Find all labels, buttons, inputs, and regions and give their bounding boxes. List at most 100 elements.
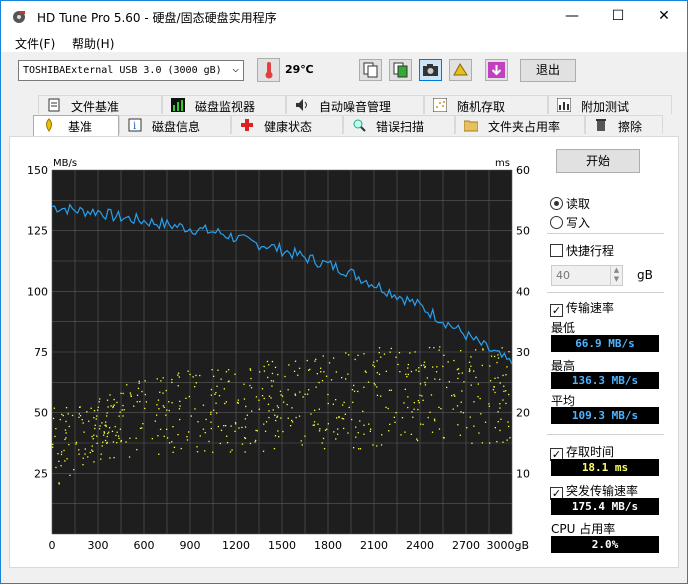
access-time-point [363,433,365,435]
access-time-point [139,427,142,429]
access-time-point [212,451,214,453]
access-time-point [116,442,118,444]
access-time-point [304,393,306,395]
access-time-point [94,424,96,426]
access-time-point [107,406,109,408]
access-time-point [373,365,376,368]
access-time-point [81,419,83,421]
minimize-button[interactable]: — [549,1,595,32]
transfer-rate-checkbox[interactable]: ✓ 传输速率 [550,299,614,317]
access-time-point [422,423,424,426]
access-time-point [453,394,455,396]
access-time-point [109,457,111,459]
access-time-point [508,393,510,396]
access-time-point [142,423,144,425]
access-time-point [507,421,509,423]
access-time-point [499,382,501,384]
access-time-point [438,428,441,430]
access-time-point [505,390,507,392]
maximize-button[interactable]: ☐ [595,1,641,32]
access-time-point [448,381,450,383]
access-time-point [410,370,413,373]
x-tick-label: 2100 [360,539,388,552]
access-time-point [439,346,441,348]
access-time-point [103,432,106,434]
access-time-point [244,451,246,453]
access-time-point [291,407,293,409]
access-time-point [500,418,502,420]
access-time-point [241,426,243,429]
access-time-point [66,458,68,460]
access-time-point [210,394,212,396]
access-time-point [217,425,219,428]
access-time-point [90,407,92,409]
access-time-point [508,425,510,428]
access-time-point [397,363,399,366]
access-time-point [69,474,71,476]
access-time-point [454,395,456,397]
access-time-point [429,411,431,413]
access-time-point [496,441,498,443]
access-time-point [322,437,325,440]
access-time-point [286,403,288,406]
access-time-point [395,412,397,414]
access-time-point [192,376,194,378]
access-time-point [456,405,459,407]
access-time-point [457,424,459,426]
access-time-point [314,409,316,411]
access-time-point [97,406,99,408]
access-time-point [501,347,503,349]
tab-erase[interactable]: 擦除 [585,115,663,134]
read-radio[interactable]: 读取 [550,195,590,212]
access-time-point [195,374,197,377]
access-time-point [210,427,212,430]
access-time-point [157,399,160,401]
check-icon: ✓ [550,304,563,317]
access-time-point [461,390,463,392]
access-time-point [337,428,339,430]
access-time-point [271,385,273,387]
write-radio[interactable]: 写入 [550,214,590,231]
access-time-point [420,364,422,367]
access-time-point [357,354,359,356]
access-time-point [196,451,199,453]
access-time-point [229,451,232,453]
access-time-point [367,381,370,383]
access-time-point [505,374,507,376]
access-time-point [380,444,383,446]
access-time-point [318,381,320,384]
quick-stroke-checkbox[interactable]: 快捷行程 [550,242,614,259]
start-button[interactable]: 开始 [556,149,640,173]
tab-benchmark[interactable]: 基准 [33,115,119,136]
access-time-point [456,368,459,371]
access-time-point [403,402,405,404]
y-right-tick-label: 10 [516,467,530,480]
close-button[interactable]: ✕ [641,1,687,32]
tab-label: 擦除 [618,120,643,134]
access-time-point [277,430,279,432]
access-time-point [470,384,472,386]
access-time-point [65,437,67,439]
access-time-point [144,393,146,396]
access-time-point [151,438,153,440]
access-time-point [96,415,98,417]
access-time-point [416,439,419,442]
write-radio-dot [550,216,563,229]
access-time-point [199,435,201,437]
access-time-point [225,425,227,427]
access-time-point [62,414,64,417]
tab-extra-tests[interactable]: 附加测试 [548,95,672,114]
access-time-point [294,394,297,396]
access-time-point [179,400,181,402]
quick-stroke-stepper[interactable]: ▲ ▼ [610,266,622,285]
access-time-point [471,442,473,444]
access-time-point [93,434,95,436]
access-time-point [106,399,109,401]
access-time-point [416,438,418,440]
access-time-point [128,456,131,458]
access-time-point [419,394,421,396]
access-time-point [322,355,324,357]
access-time-point [338,416,340,418]
access-time-point [52,443,54,445]
read-label: 读取 [566,197,591,211]
